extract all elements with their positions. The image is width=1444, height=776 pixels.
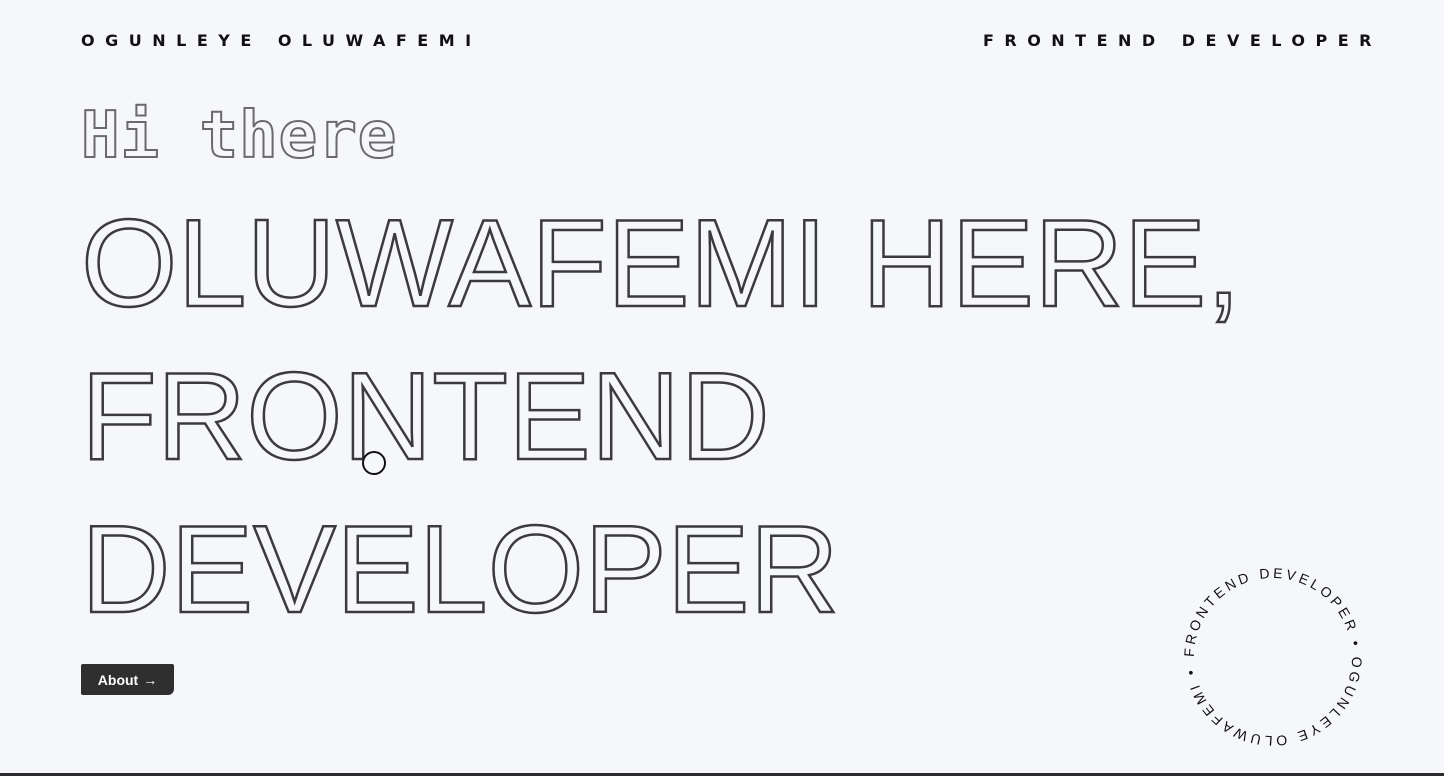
about-button[interactable]: About → (81, 664, 174, 695)
about-button-label: About (97, 671, 139, 688)
custom-cursor (362, 451, 386, 475)
circle-badge-textpath: FRONTEND DEVELOPER • OGUNLEYE OLUWAFEMI … (1181, 565, 1362, 750)
rotating-circle-badge: FRONTEND DEVELOPER • OGUNLEYE OLUWAFEMI … (1178, 562, 1368, 752)
headline-line-3: DEVELOPER (80, 501, 841, 639)
circle-badge-svg: FRONTEND DEVELOPER • OGUNLEYE OLUWAFEMI … (1181, 565, 1365, 750)
circle-badge-text: FRONTEND DEVELOPER • OGUNLEYE OLUWAFEMI … (1181, 565, 1365, 750)
headline-line-1: OLUWAFEMI HERE, (80, 195, 1242, 333)
arrow-right-icon: → (143, 671, 158, 688)
hero-section: Hi there OLUWAFEMI HERE, FRONTEND DEVELO… (80, 0, 1242, 700)
greeting-text: Hi there (80, 99, 398, 173)
headline-line-2: FRONTEND (80, 348, 771, 486)
